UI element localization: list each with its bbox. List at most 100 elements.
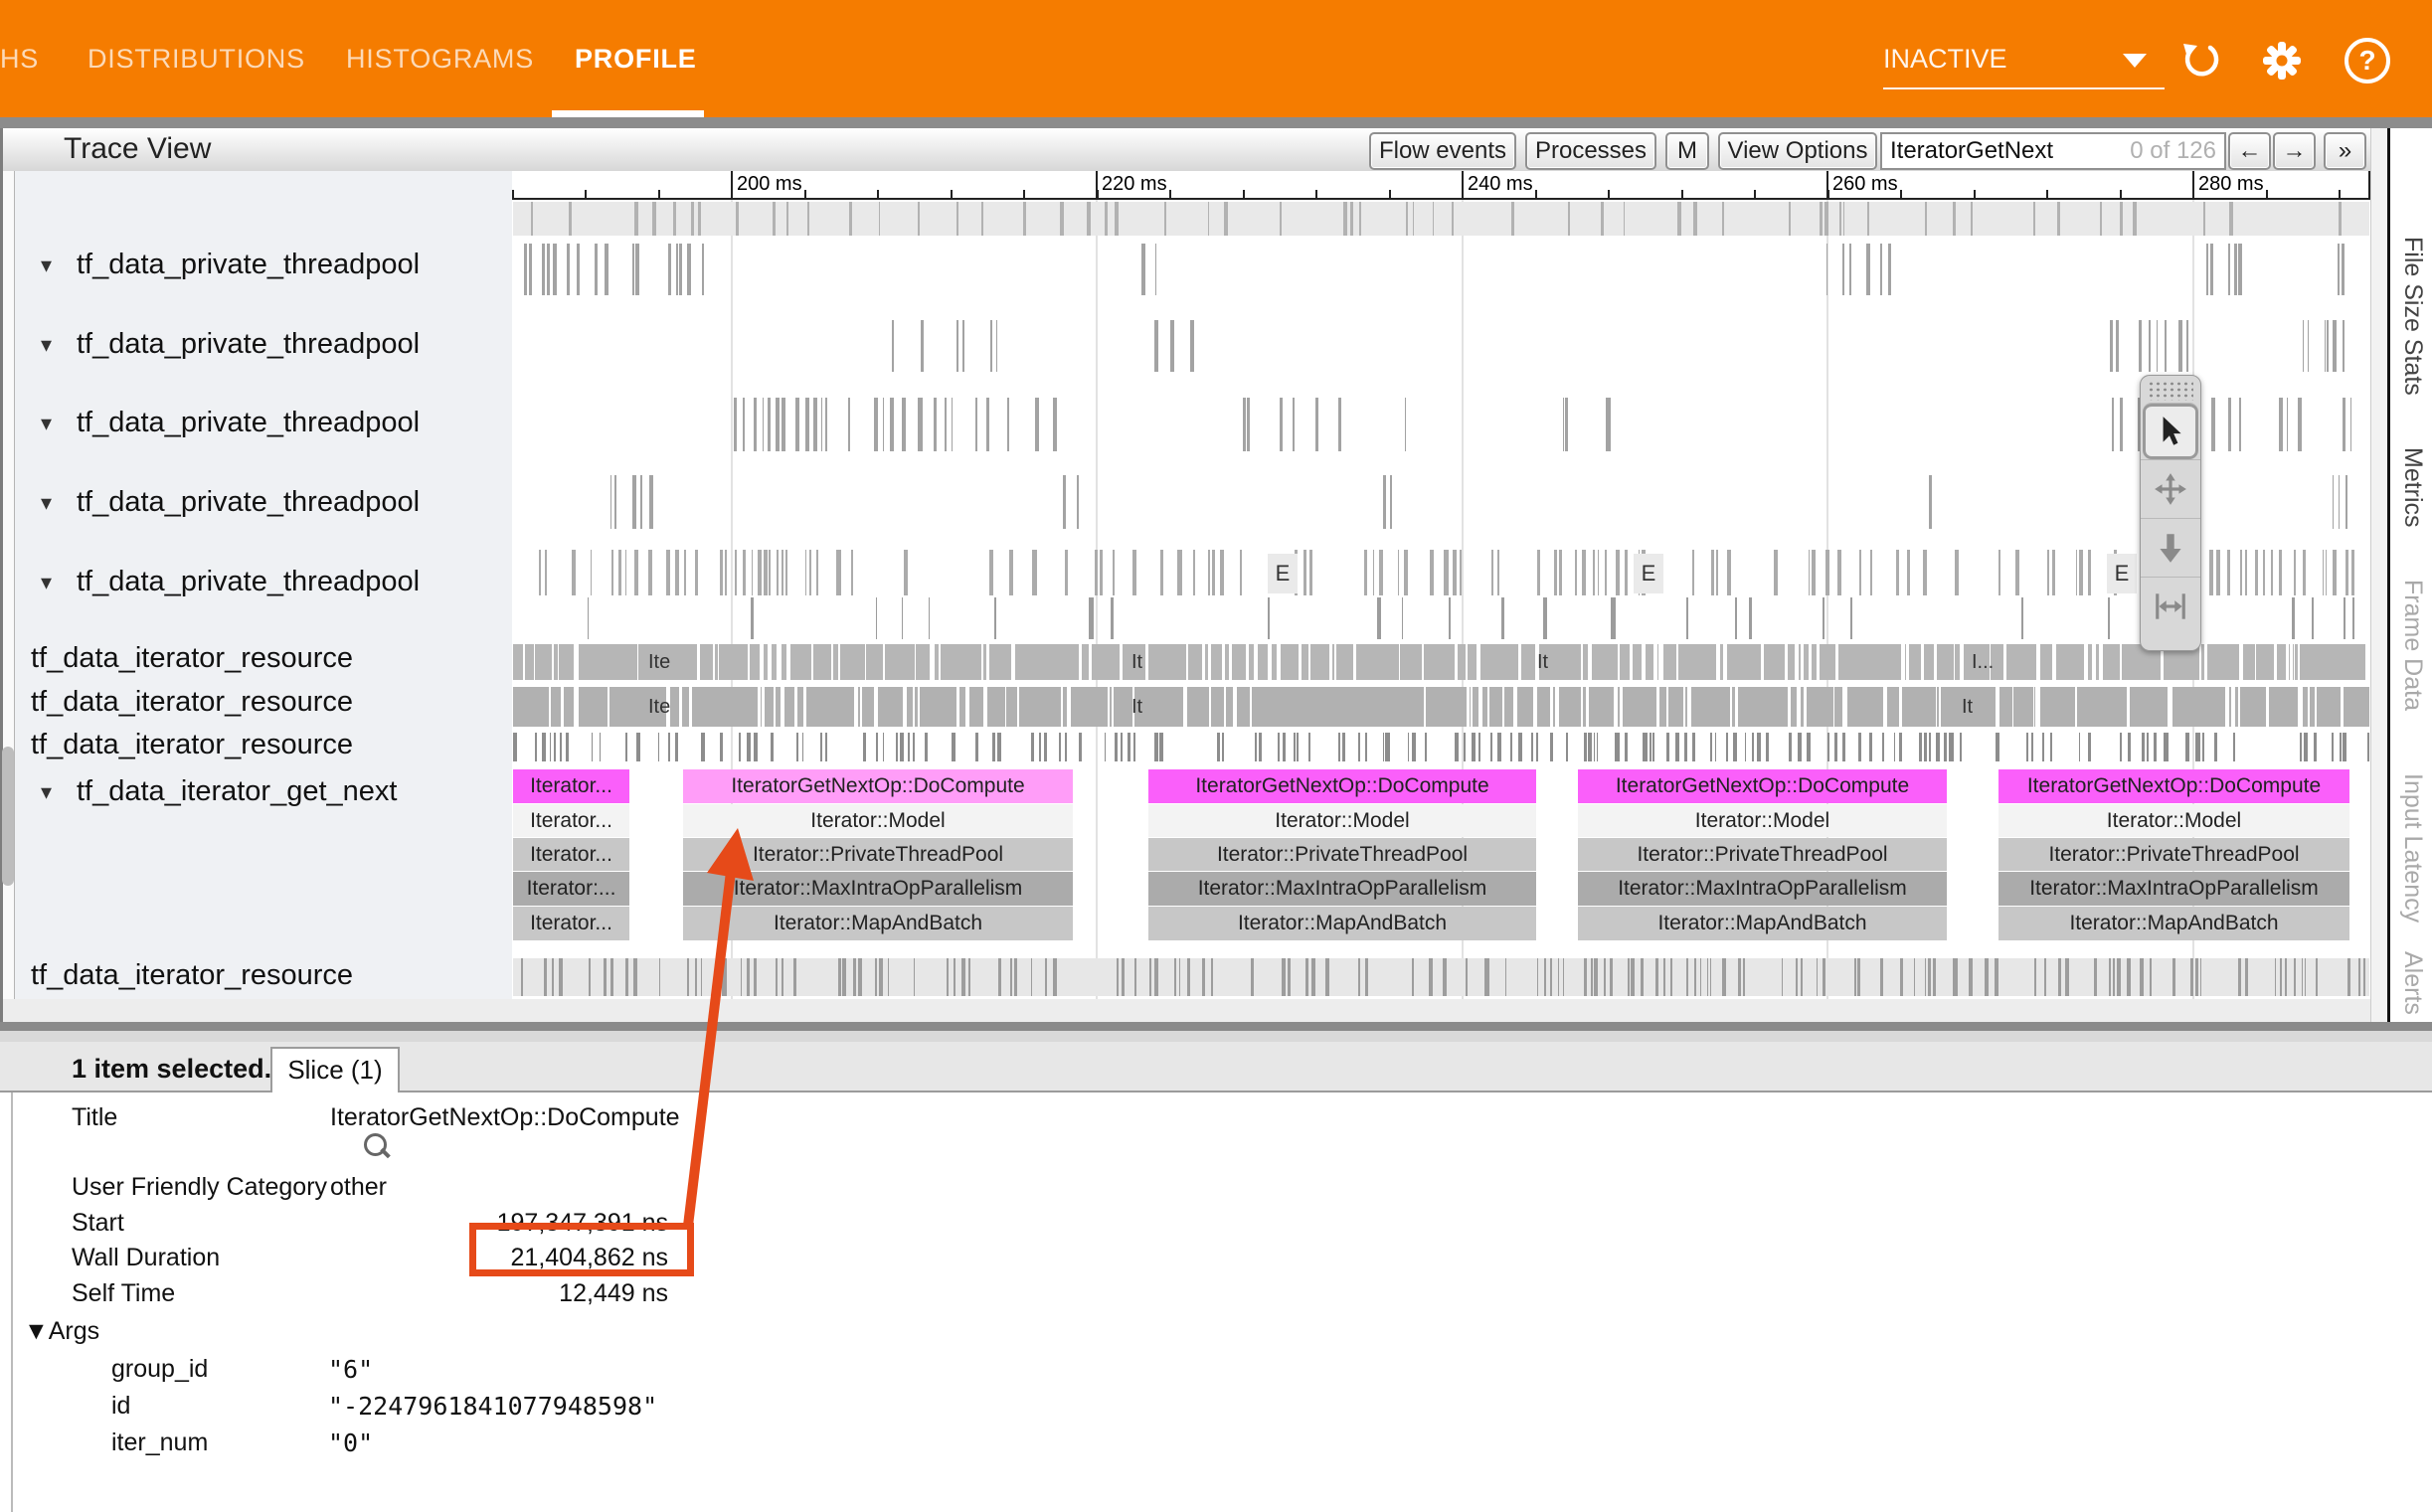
slice-iterator-[interactable]: Iterator... xyxy=(513,907,629,940)
slice-iterator-mapandbatch[interactable]: Iterator::MapAndBatch xyxy=(1998,907,2349,940)
slice-iterator-maxintraopparallelism[interactable]: Iterator::MaxIntraOpParallelism xyxy=(1998,872,2349,906)
slice-iterator-get-next-op[interactable]: Iterator... xyxy=(513,769,629,803)
search-input[interactable]: IteratorGetNext 0 of 126 xyxy=(1880,132,2226,170)
slice-iterator-privatethreadpool[interactable]: Iterator::PrivateThreadPool xyxy=(1148,838,1536,871)
toolbar-button-[interactable]: » xyxy=(2324,132,2366,170)
track-label-tf_data_private_threadpool[interactable]: ▾tf_data_private_threadpool xyxy=(15,486,512,522)
slice-iterator-privatethreadpool[interactable]: Iterator::PrivateThreadPool xyxy=(1578,838,1947,871)
trace-event-tick xyxy=(2340,733,2342,761)
track-iterator-resource-3[interactable] xyxy=(513,733,2369,761)
track-iterator-resource-4[interactable] xyxy=(513,958,2369,996)
zoom-tool-button[interactable] xyxy=(2141,518,2200,577)
find-slice-magnifier-icon[interactable] xyxy=(364,1133,387,1156)
event-marker[interactable]: E xyxy=(2107,554,2137,593)
expander-triangle-icon[interactable]: ▾ xyxy=(41,490,52,516)
analysis-tab-input-latency[interactable]: Input Latency xyxy=(2398,773,2427,923)
pan-tool-button[interactable] xyxy=(2141,459,2200,518)
track-label-tf_data_iterator_resource[interactable]: tf_data_iterator_resource xyxy=(15,959,512,995)
slice-iterator-get-next-op[interactable]: IteratorGetNextOp::DoCompute xyxy=(1148,769,1536,803)
expander-triangle-icon[interactable]: ▾ xyxy=(41,570,52,595)
slice-iterator-model[interactable]: Iterator::Model xyxy=(1578,804,1947,837)
toolbar-button-processes[interactable]: Processes xyxy=(1525,132,1656,170)
trace-event-tick xyxy=(1259,733,1263,761)
tab-hs[interactable]: HS xyxy=(0,44,39,75)
trace-event-tick xyxy=(1722,958,1726,996)
toolbar-button-flowevents[interactable]: Flow events xyxy=(1369,132,1516,170)
trace-event-tick xyxy=(1837,550,1841,595)
palette-grip-handle[interactable] xyxy=(2148,381,2193,401)
timing-tool-button[interactable] xyxy=(2141,577,2200,635)
trace-event-tick xyxy=(1121,733,1123,761)
slice-iterator-[interactable]: Iterator:... xyxy=(513,872,629,906)
trace-event-tick xyxy=(2165,320,2166,372)
slice-tab[interactable]: Slice (1) xyxy=(270,1047,400,1092)
slice-iterator-privatethreadpool[interactable]: Iterator::PrivateThreadPool xyxy=(1998,838,2349,871)
track-threadpool-3[interactable] xyxy=(513,398,2369,451)
help-icon[interactable]: ? xyxy=(2345,38,2390,84)
trace-event-tick xyxy=(542,733,546,761)
scrollbar-thumb[interactable] xyxy=(2,747,14,886)
slice-iterator-model[interactable]: Iterator::Model xyxy=(1998,804,2349,837)
toolbar-button-viewoptions[interactable]: View Options xyxy=(1718,132,1877,170)
trace-event-tick xyxy=(1692,550,1694,595)
slice-iterator-get-next-op[interactable]: IteratorGetNextOp::DoCompute xyxy=(1578,769,1947,803)
tab-distributions[interactable]: DISTRIBUTIONS xyxy=(87,44,305,75)
slice-iterator-maxintraopparallelism[interactable]: Iterator::MaxIntraOpParallelism xyxy=(683,872,1073,906)
slice-iterator-[interactable]: Iterator... xyxy=(513,804,629,837)
toolbar-button-m[interactable]: M xyxy=(1665,132,1709,170)
slice-iterator-mapandbatch[interactable]: Iterator::MapAndBatch xyxy=(683,907,1073,940)
track-iterator-resource-1[interactable]: IteItItI... xyxy=(513,644,2369,680)
toolbar-button-[interactable]: ← xyxy=(2228,132,2271,170)
track-label-tf_data_iterator_resource[interactable]: tf_data_iterator_resource xyxy=(15,642,512,678)
slice-iterator-mapandbatch[interactable]: Iterator::MapAndBatch xyxy=(1148,907,1536,940)
track-threadpool-5[interactable]: EEE xyxy=(513,550,2369,595)
args-section-header[interactable]: ▼Args xyxy=(24,1317,99,1346)
analysis-tab-alerts[interactable]: Alerts xyxy=(2398,951,2427,1015)
slice-iterator-get-next-op[interactable]: IteratorGetNextOp::DoCompute xyxy=(1998,769,2349,803)
expander-triangle-icon[interactable]: ▾ xyxy=(41,252,52,278)
expander-triangle-icon[interactable]: ▾ xyxy=(41,779,52,805)
track-threadpool-4[interactable] xyxy=(513,475,2369,529)
toolbar-button-[interactable]: → xyxy=(2273,132,2316,170)
slice-iterator-get-next-op[interactable]: IteratorGetNextOp::DoCompute xyxy=(683,769,1073,803)
track-label-tf_data_iterator_resource[interactable]: tf_data_iterator_resource xyxy=(15,686,512,722)
trace-event-tick xyxy=(1115,733,1119,761)
refresh-icon[interactable] xyxy=(2177,38,2223,84)
track-label-tf_data_private_threadpool[interactable]: ▾tf_data_private_threadpool xyxy=(15,407,512,442)
slice-iterator-maxintraopparallelism[interactable]: Iterator::MaxIntraOpParallelism xyxy=(1578,872,1947,906)
track-label-tf_data_private_threadpool[interactable]: ▾tf_data_private_threadpool xyxy=(15,328,512,364)
slice-iterator-privatethreadpool[interactable]: Iterator::PrivateThreadPool xyxy=(683,838,1073,871)
analysis-tab-file-size-stats[interactable]: File Size Stats xyxy=(2398,237,2427,396)
analysis-tab-metrics[interactable]: Metrics xyxy=(2398,447,2427,528)
track-partial-top[interactable] xyxy=(513,202,2369,236)
track-label-tf_data_iterator_get_next[interactable]: ▾tf_data_iterator_get_next xyxy=(15,775,512,811)
vertical-scrollbar[interactable] xyxy=(2370,128,2387,1034)
track-threadpool-5-lower[interactable] xyxy=(513,597,2369,639)
slice-iterator-mapandbatch[interactable]: Iterator::MapAndBatch xyxy=(1578,907,1947,940)
track-label-tf_data_private_threadpool[interactable]: ▾tf_data_private_threadpool xyxy=(15,566,512,601)
settings-icon[interactable] xyxy=(2259,38,2305,84)
track-label-tf_data_private_threadpool[interactable]: ▾tf_data_private_threadpool xyxy=(15,249,512,284)
run-status-dropdown[interactable]: INACTIVE xyxy=(1883,44,2165,89)
panel-splitter[interactable] xyxy=(0,1022,2432,1031)
expander-triangle-icon[interactable]: ▾ xyxy=(41,411,52,436)
event-marker[interactable]: E xyxy=(1268,554,1298,593)
track-label-tf_data_iterator_resource[interactable]: tf_data_iterator_resource xyxy=(15,729,512,764)
slice-iterator-maxintraopparallelism[interactable]: Iterator::MaxIntraOpParallelism xyxy=(1148,872,1536,906)
expander-triangle-icon[interactable]: ▾ xyxy=(41,332,52,358)
analysis-tab-frame-data[interactable]: Frame Data xyxy=(2398,580,2427,711)
track-threadpool-1[interactable] xyxy=(513,244,2369,295)
event-marker[interactable]: E xyxy=(1634,554,1663,593)
trace-event-tick xyxy=(1801,958,1802,996)
selection-tool-button[interactable] xyxy=(2143,403,2198,459)
tab-histograms[interactable]: HISTOGRAMS xyxy=(346,44,534,75)
trace-event-tick xyxy=(1936,687,1938,727)
track-threadpool-2[interactable] xyxy=(513,320,2369,372)
slice-iterator-model[interactable]: Iterator::Model xyxy=(1148,804,1536,837)
tab-profile[interactable]: PROFILE xyxy=(575,44,697,75)
trace-event-tick xyxy=(1554,550,1557,595)
trace-event-tick xyxy=(648,550,652,595)
slice-iterator-model[interactable]: Iterator::Model xyxy=(683,804,1073,837)
slice-iterator-[interactable]: Iterator... xyxy=(513,838,629,871)
track-iterator-resource-2[interactable]: IteItIt xyxy=(513,687,2369,727)
